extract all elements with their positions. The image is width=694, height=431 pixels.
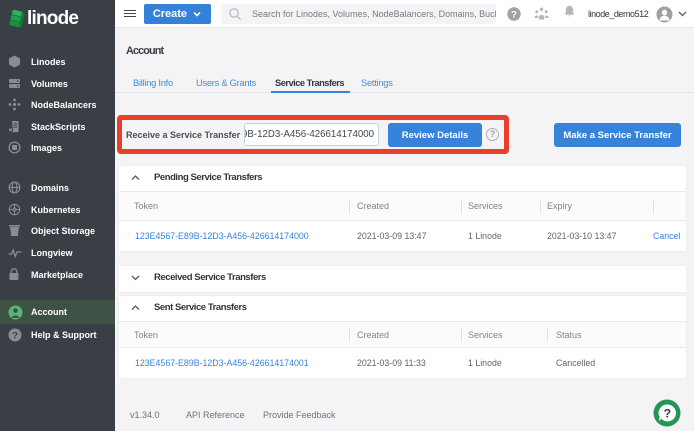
svg-text:?: ?	[511, 10, 517, 21]
svg-text:?: ?	[12, 330, 18, 341]
svg-text:?: ?	[664, 406, 671, 420]
